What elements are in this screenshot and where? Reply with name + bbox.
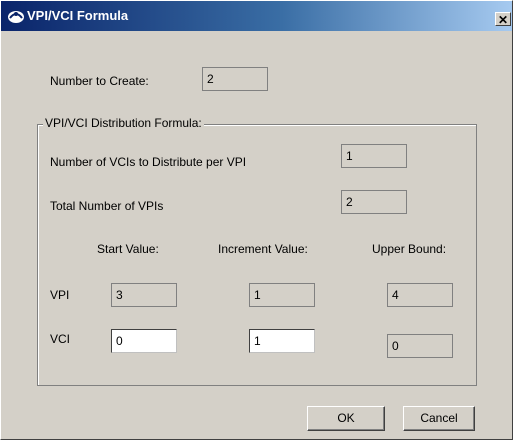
vci-upper-bound-field[interactable]: 0 — [387, 334, 453, 358]
cancel-button[interactable]: Cancel — [403, 406, 475, 431]
start-value-header: Start Value: — [97, 242, 159, 256]
vpi-increment-field[interactable]: 1 — [249, 283, 315, 307]
vcis-per-vpi-label: Number of VCIs to Distribute per VPI — [50, 155, 247, 169]
number-to-create-label: Number to Create: — [50, 74, 149, 88]
vpi-upper-bound-field[interactable]: 4 — [387, 283, 453, 307]
close-icon: ✕ — [497, 13, 509, 27]
vci-start-input[interactable]: 0 — [111, 329, 177, 353]
title-bar[interactable]: VPI/VCI Formula ✕ — [1, 1, 512, 31]
vpi-vci-formula-dialog: VPI/VCI Formula ✕ Number to Create: 2 VP… — [0, 0, 513, 440]
close-button[interactable]: ✕ — [495, 12, 511, 27]
vci-row-label: VCI — [50, 332, 71, 346]
number-to-create-field[interactable]: 2 — [202, 67, 268, 91]
vcis-per-vpi-field[interactable]: 1 — [341, 144, 407, 168]
distribution-formula-legend: VPI/VCI Distribution Formula: — [43, 116, 204, 130]
increment-value-header: Increment Value: — [218, 242, 308, 256]
vpi-start-field[interactable]: 3 — [111, 283, 177, 307]
network-cloud-icon — [8, 11, 24, 23]
total-vpis-field[interactable]: 2 — [341, 190, 407, 214]
ok-button[interactable]: OK — [307, 406, 385, 431]
window-title: VPI/VCI Formula — [27, 8, 129, 23]
vci-increment-input[interactable]: 1 — [249, 329, 315, 353]
vpi-row-label: VPI — [50, 288, 70, 302]
upper-bound-header: Upper Bound: — [372, 242, 447, 256]
total-vpis-label: Total Number of VPIs — [50, 199, 164, 213]
